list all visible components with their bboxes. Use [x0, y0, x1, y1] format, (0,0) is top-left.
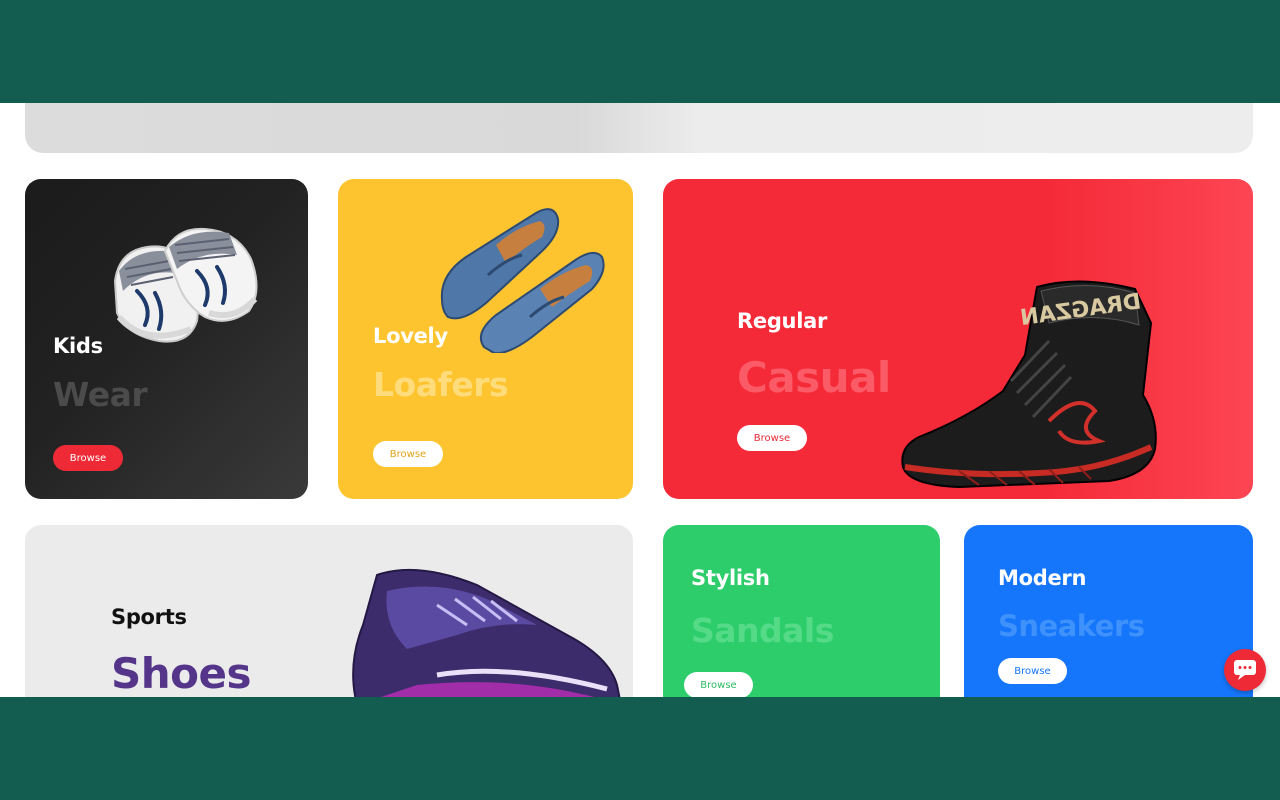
card-title: Sneakers	[998, 609, 1145, 643]
card-eyebrow: Kids	[53, 334, 103, 358]
baby-shoes-image	[113, 227, 258, 343]
card-eyebrow: Lovely	[373, 324, 448, 348]
purple-sports-shoes-image	[352, 568, 621, 697]
card-title: Wear	[53, 375, 148, 414]
card-eyebrow: Stylish	[691, 566, 770, 590]
card-eyebrow: Regular	[737, 309, 828, 333]
card-title: Casual	[737, 353, 891, 402]
category-card-sports[interactable]: Sports Shoes	[25, 525, 633, 697]
category-card-sneakers[interactable]: Modern Sneakers Browse	[964, 525, 1253, 697]
browse-button[interactable]: Browse	[684, 672, 753, 697]
category-card-kids[interactable]: Kids Wear Browse	[25, 179, 308, 499]
card-eyebrow: Sports	[111, 605, 187, 629]
category-card-sandals[interactable]: Stylish Sandals Browse	[663, 525, 940, 697]
top-banner	[25, 103, 1253, 153]
browse-button[interactable]: Browse	[998, 658, 1067, 684]
page-viewport: Kids Wear Browse Lovely Loafers Browse D…	[0, 103, 1280, 697]
blue-loafers-image	[440, 208, 605, 353]
category-card-loafers[interactable]: Lovely Loafers Browse	[338, 179, 633, 499]
black-high-top-sneaker-image: DRAGZAN	[901, 280, 1157, 489]
card-title: Sandals	[691, 611, 834, 650]
browse-button[interactable]: Browse	[737, 425, 807, 451]
card-eyebrow: Modern	[998, 566, 1087, 590]
chat-bubble-icon[interactable]	[1224, 649, 1266, 691]
category-card-casual[interactable]: DRAGZAN Regular Casual Browse	[663, 179, 1253, 499]
card-title: Shoes	[111, 649, 252, 697]
browse-button[interactable]: Browse	[53, 445, 123, 471]
browse-button[interactable]: Browse	[373, 441, 443, 467]
card-title: Loafers	[373, 365, 509, 404]
chat-icon	[1234, 660, 1256, 680]
